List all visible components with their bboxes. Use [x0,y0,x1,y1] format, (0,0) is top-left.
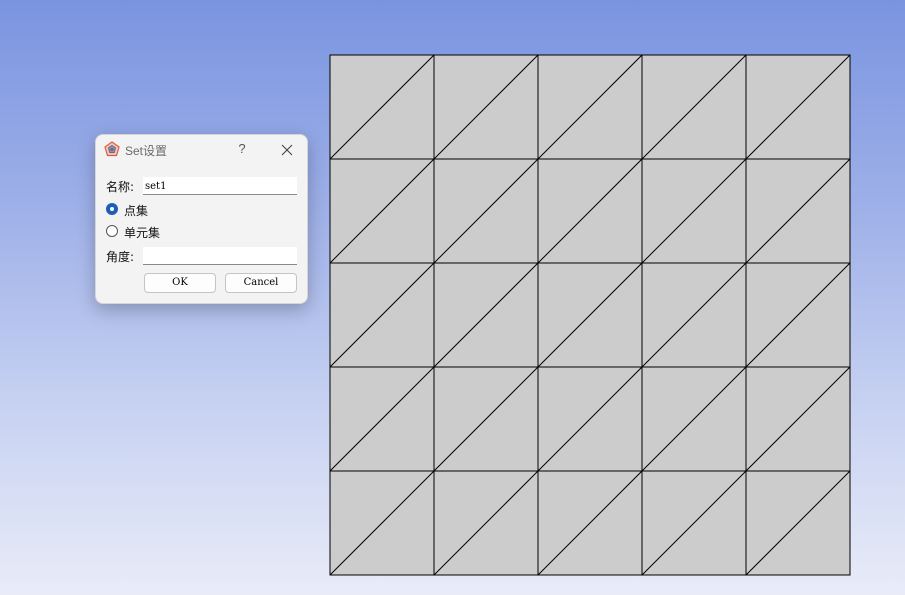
set-settings-dialog: Set设置 ? 名称: 点集 单元集 角度: OK Cancel [95,134,308,304]
angle-label: 角度: [106,250,135,264]
pentagon-app-icon [104,141,120,157]
ok-button[interactable]: OK [144,273,216,293]
close-icon[interactable] [280,142,294,156]
help-button[interactable]: ? [235,141,249,157]
radio-node-set[interactable] [106,203,118,215]
cancel-button[interactable]: Cancel [225,273,297,293]
angle-field[interactable] [143,247,297,265]
name-label: 名称: [106,180,135,194]
radio-node-set-label[interactable]: 点集 [124,202,148,219]
radio-element-set-label[interactable]: 单元集 [124,224,160,241]
dialog-title: Set设置 [125,144,168,158]
radio-element-set[interactable] [106,225,118,237]
name-field[interactable] [143,177,297,195]
dialog-titlebar[interactable]: Set设置 ? [96,135,307,165]
